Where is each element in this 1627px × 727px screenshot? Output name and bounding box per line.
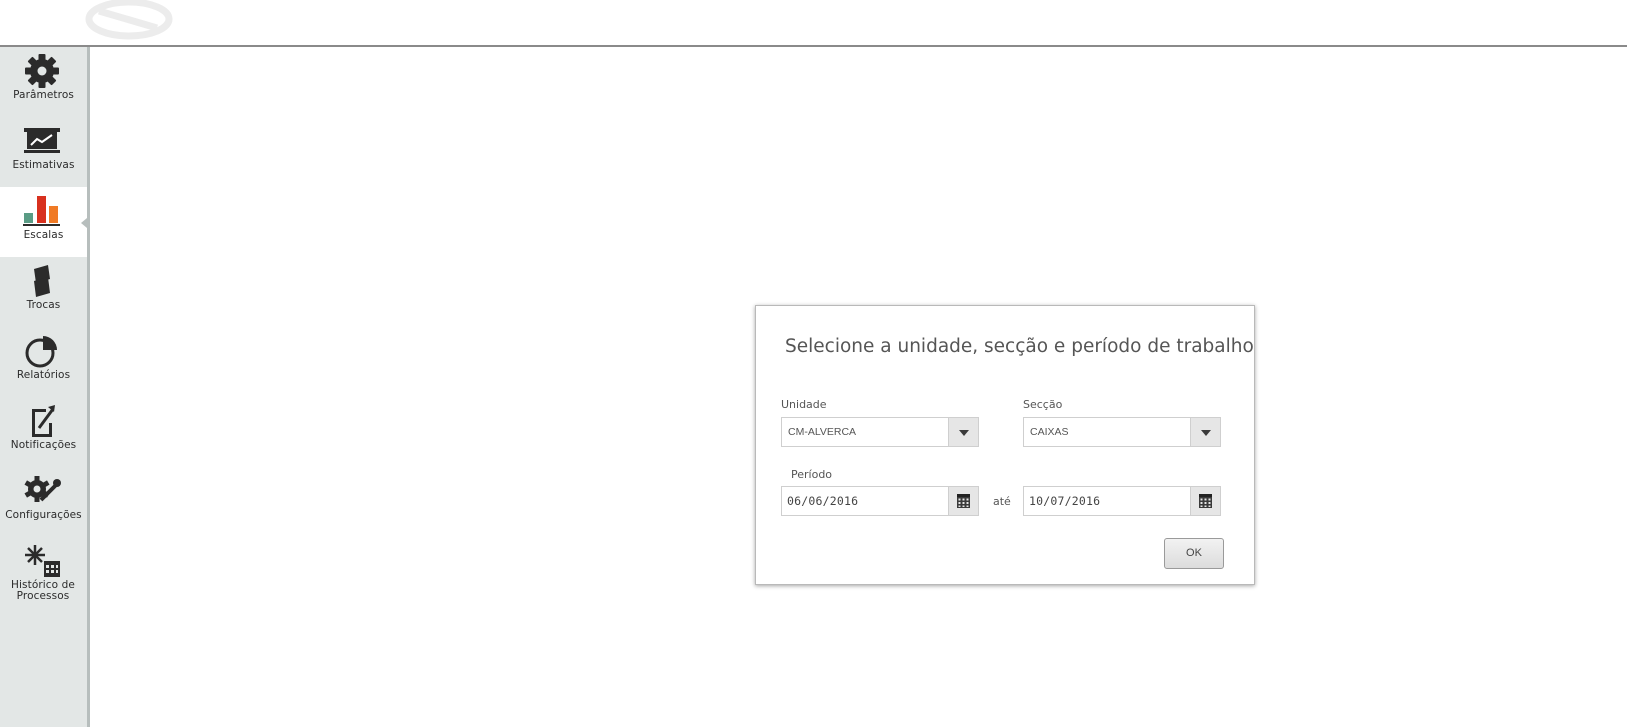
gear-icon (25, 54, 59, 88)
periodo-separator: até (993, 495, 1011, 508)
sidebar-item-estimativas[interactable]: Estimativas (0, 117, 87, 187)
sidebar-item-historico[interactable]: Histórico de Processos (0, 537, 87, 617)
periodo-to-calendar-button[interactable] (1190, 487, 1220, 515)
bar-chart-icon (23, 196, 60, 226)
top-header (0, 0, 1627, 47)
seccao-select[interactable]: CAIXAS (1023, 417, 1221, 447)
pie-chart-icon (25, 336, 57, 368)
periodo-from-value: 06/06/2016 (787, 494, 859, 508)
active-item-pointer (81, 218, 87, 228)
seccao-dropdown-button[interactable] (1190, 418, 1220, 446)
sidebar-item-label: Notificações (10, 439, 77, 451)
sidebar-item-parametros[interactable]: Parâmetros (0, 47, 87, 117)
selection-dialog: Selecione a unidade, secção e período de… (755, 305, 1255, 585)
chevron-down-icon (959, 430, 969, 436)
sidebar: Parâmetros Estimativas Escalas Trocas Re… (0, 47, 90, 727)
periodo-to-value: 10/07/2016 (1029, 494, 1101, 508)
calendar-icon (1199, 494, 1212, 508)
sidebar-item-configuracoes[interactable]: Configurações (0, 467, 87, 537)
unidade-dropdown-button[interactable] (948, 418, 978, 446)
sidebar-item-escalas[interactable]: Escalas (0, 187, 87, 257)
sidebar-item-relatorios[interactable]: Relatórios (0, 327, 87, 397)
periodo-from-calendar-button[interactable] (948, 487, 978, 515)
sidebar-item-label: Histórico de Processos (11, 579, 75, 602)
swap-icon (34, 265, 50, 297)
sidebar-item-label: Escalas (23, 229, 64, 241)
periodo-from-field[interactable]: 06/06/2016 (781, 486, 979, 516)
logo-icon (85, 0, 173, 40)
calendar-icon (957, 494, 970, 508)
ok-button[interactable]: OK (1164, 538, 1224, 569)
periodo-label: Período (791, 468, 833, 481)
seccao-label: Secção (1023, 398, 1063, 411)
periodo-to-field[interactable]: 10/07/2016 (1023, 486, 1221, 516)
sidebar-item-label: Parâmetros (13, 89, 74, 101)
sidebar-item-label: Trocas (26, 299, 61, 311)
unidade-value: CM-ALVERCA (788, 426, 857, 438)
settings-wrench-icon (24, 476, 61, 502)
unidade-label: Unidade (781, 398, 827, 411)
seccao-value: CAIXAS (1030, 426, 1069, 438)
sidebar-item-label: Estimativas (12, 159, 75, 171)
sidebar-item-label: Configurações (5, 509, 82, 521)
unidade-select[interactable]: CM-ALVERCA (781, 417, 979, 447)
sidebar-item-trocas[interactable]: Trocas (0, 257, 87, 327)
chevron-down-icon (1201, 430, 1211, 436)
notification-doc-icon (32, 405, 55, 437)
trend-chart-icon (24, 128, 60, 153)
process-calendar-icon (25, 545, 60, 577)
sidebar-item-notificacoes[interactable]: Notificações (0, 397, 87, 467)
dialog-title: Selecione a unidade, secção e período de… (785, 336, 1254, 357)
sidebar-item-label: Relatórios (16, 369, 71, 381)
